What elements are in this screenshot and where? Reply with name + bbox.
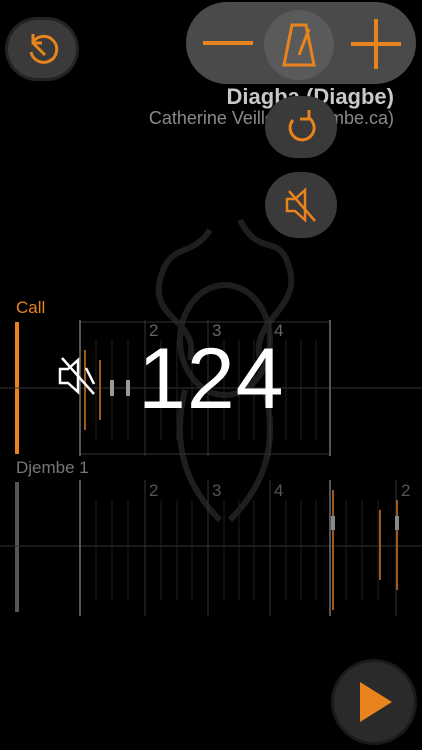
- minus-icon: [203, 41, 253, 45]
- plus-icon: [351, 19, 401, 69]
- reset-icon: [288, 110, 316, 142]
- track-label-djembe-1: Djembe 1: [16, 458, 89, 477]
- play-icon: [360, 682, 392, 722]
- track-label-call: Call: [16, 298, 46, 317]
- increase-tempo-button[interactable]: [348, 18, 404, 70]
- decrease-tempo-button[interactable]: [200, 20, 256, 66]
- djembe-beat-4: 4: [274, 481, 284, 500]
- djembe-1-track-grid[interactable]: [0, 480, 422, 620]
- reset-button[interactable]: [8, 20, 76, 78]
- metronome-button[interactable]: [264, 10, 334, 80]
- mute-icon: [58, 357, 96, 395]
- play-button[interactable]: [334, 662, 414, 742]
- djembe-beat-2: 2: [149, 481, 159, 500]
- app-screen: { "song": { "title": "Diagba (Diagbe)", …: [0, 0, 422, 750]
- metronome-icon: [282, 23, 316, 67]
- djembe-beat-3: 3: [212, 481, 222, 500]
- tempo-value: 124: [138, 331, 285, 427]
- mute-button[interactable]: [265, 172, 337, 238]
- djembe-beat-next-2: 2: [401, 481, 411, 500]
- reset-icon: [29, 34, 59, 64]
- repeat-button[interactable]: [265, 96, 337, 158]
- mute-icon: [285, 187, 316, 223]
